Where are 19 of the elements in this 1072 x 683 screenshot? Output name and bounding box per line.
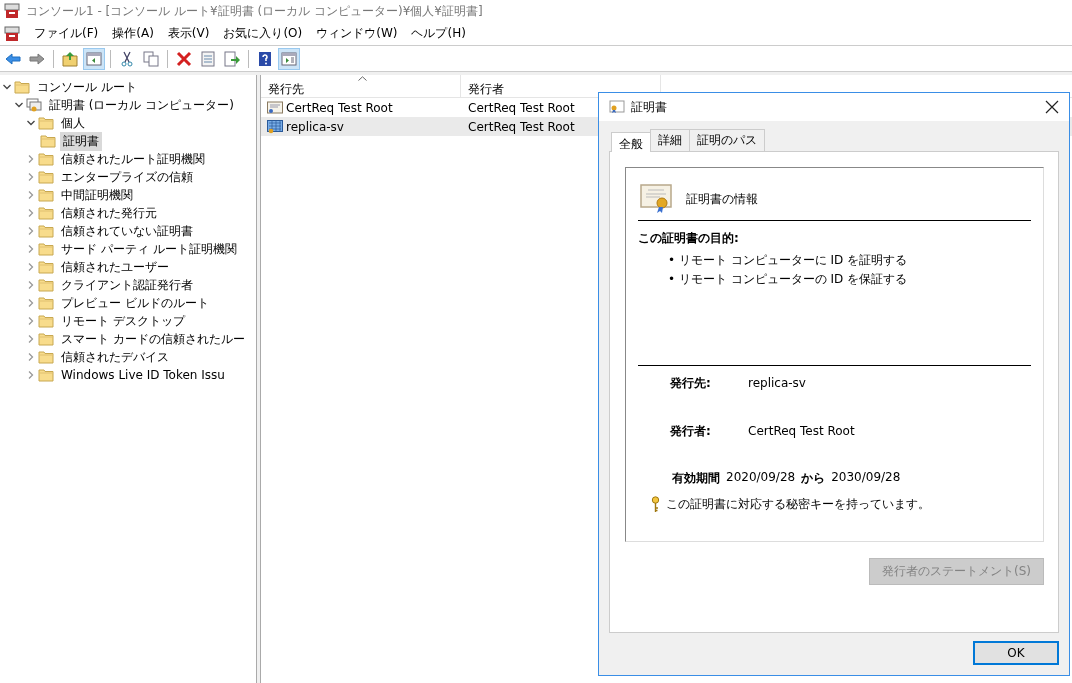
table-cell: replica-sv <box>286 119 344 134</box>
field-value: replica-sv <box>748 375 806 392</box>
field-value: 2030/09/28 <box>831 470 901 486</box>
field-value: 2020/09/28 <box>726 470 796 486</box>
field-label: 有効期間 <box>672 470 720 487</box>
purpose-item: • リモート コンピューターに ID を証明する <box>668 252 909 269</box>
purpose-label: この証明書の目的: <box>638 230 740 247</box>
table-cell: CertReq Test Root <box>468 119 575 134</box>
window-title: コンソール1 - [コンソール ルート¥証明書 (ローカル コンピューター)¥個人¥証明書] <box>26 2 483 20</box>
dialog-title: 証明書 <box>631 98 667 116</box>
field-label: 発行先: <box>670 375 712 392</box>
table-cell: CertReq Test Root <box>468 100 575 115</box>
purpose-item: • リモート コンピューターの ID を保証する <box>668 271 909 288</box>
field-label: 発行者: <box>670 423 712 440</box>
key-note: この証明書に対応する秘密キーを持っています。 <box>666 496 930 513</box>
field-label: から <box>801 470 826 487</box>
section-heading: 証明書の情報 <box>686 190 758 208</box>
table-cell: CertReq Test Root <box>286 100 393 115</box>
field-value: CertReq Test Root <box>748 423 855 440</box>
